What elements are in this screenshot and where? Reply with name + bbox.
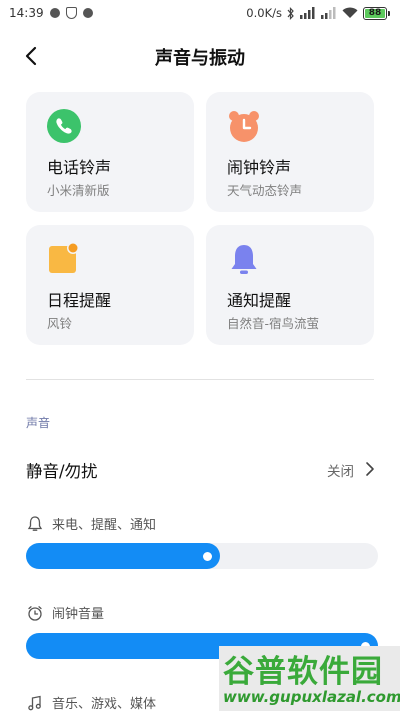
ring-volume-label: 来电、提醒、通知: [26, 514, 156, 533]
dnd-label: 静音/勿扰: [26, 462, 98, 481]
dnd-row[interactable]: 静音/勿扰 关闭: [26, 455, 378, 483]
alarm-outline-icon: [28, 605, 42, 621]
volume-label-text: 来电、提醒、通知: [52, 518, 157, 533]
card-subtitle: 小米清新版: [47, 183, 110, 198]
card-title: 通知提醒: [227, 291, 292, 310]
calendar-icon: [49, 242, 79, 273]
shield-icon: [65, 7, 77, 19]
notification-dot-icon: [82, 8, 93, 18]
slider-knob[interactable]: [202, 552, 212, 561]
alarm-clock-icon: [229, 111, 259, 142]
card-title: 闹钟铃声: [227, 158, 292, 177]
card-title: 电话铃声: [47, 158, 112, 177]
watermark-url: www.gupuxlazal.com: [223, 688, 400, 706]
alarm-volume-label: 闹钟音量: [26, 603, 104, 622]
signal-icon: [321, 7, 336, 19]
card-notification-reminder[interactable]: 通知提醒 自然音-宿鸟流萤: [206, 225, 374, 345]
watermark: 谷普软件园 www.gupuxlazal.com: [219, 646, 400, 711]
card-subtitle: 自然音-宿鸟流萤: [227, 316, 320, 331]
bluetooth-icon: [287, 6, 294, 20]
dnd-value: 关闭: [327, 464, 354, 480]
net-speed: 0.0K/s: [246, 6, 282, 20]
slider-fill: [26, 543, 220, 569]
card-calendar-reminder[interactable]: 日程提醒 风铃: [26, 225, 194, 345]
volume-label-text: 音乐、游戏、媒体: [52, 697, 157, 712]
status-bar: 14:39 0.0K/s 88: [0, 0, 400, 26]
status-time: 14:39: [9, 6, 44, 20]
card-alarm-ringtone[interactable]: 闹钟铃声 天气动态铃声: [206, 92, 374, 212]
watermark-brand: 谷普软件园: [223, 654, 383, 690]
bell-outline-icon: [27, 515, 43, 531]
battery-level: 88: [365, 8, 385, 18]
volume-label-text: 闹钟音量: [52, 607, 105, 622]
notification-dot-icon: [49, 8, 60, 18]
wifi-icon: [342, 7, 358, 18]
card-phone-ringtone[interactable]: 电话铃声 小米清新版: [26, 92, 194, 212]
page-title: 声音与振动: [155, 48, 245, 69]
phone-icon: [47, 109, 81, 143]
chevron-right-icon: [366, 462, 374, 476]
media-volume-label: 音乐、游戏、媒体: [26, 693, 156, 712]
divider: [26, 379, 374, 380]
header: 声音与振动: [0, 36, 400, 76]
card-title: 日程提醒: [47, 291, 112, 310]
music-note-icon: [28, 695, 41, 710]
card-subtitle: 天气动态铃声: [227, 183, 303, 198]
section-label: 声音: [26, 416, 51, 430]
signal-icon: [300, 7, 315, 19]
card-subtitle: 风铃: [47, 316, 73, 331]
ring-volume-slider[interactable]: [26, 543, 378, 569]
battery-icon: 88: [363, 6, 390, 20]
bell-icon: [231, 245, 257, 274]
